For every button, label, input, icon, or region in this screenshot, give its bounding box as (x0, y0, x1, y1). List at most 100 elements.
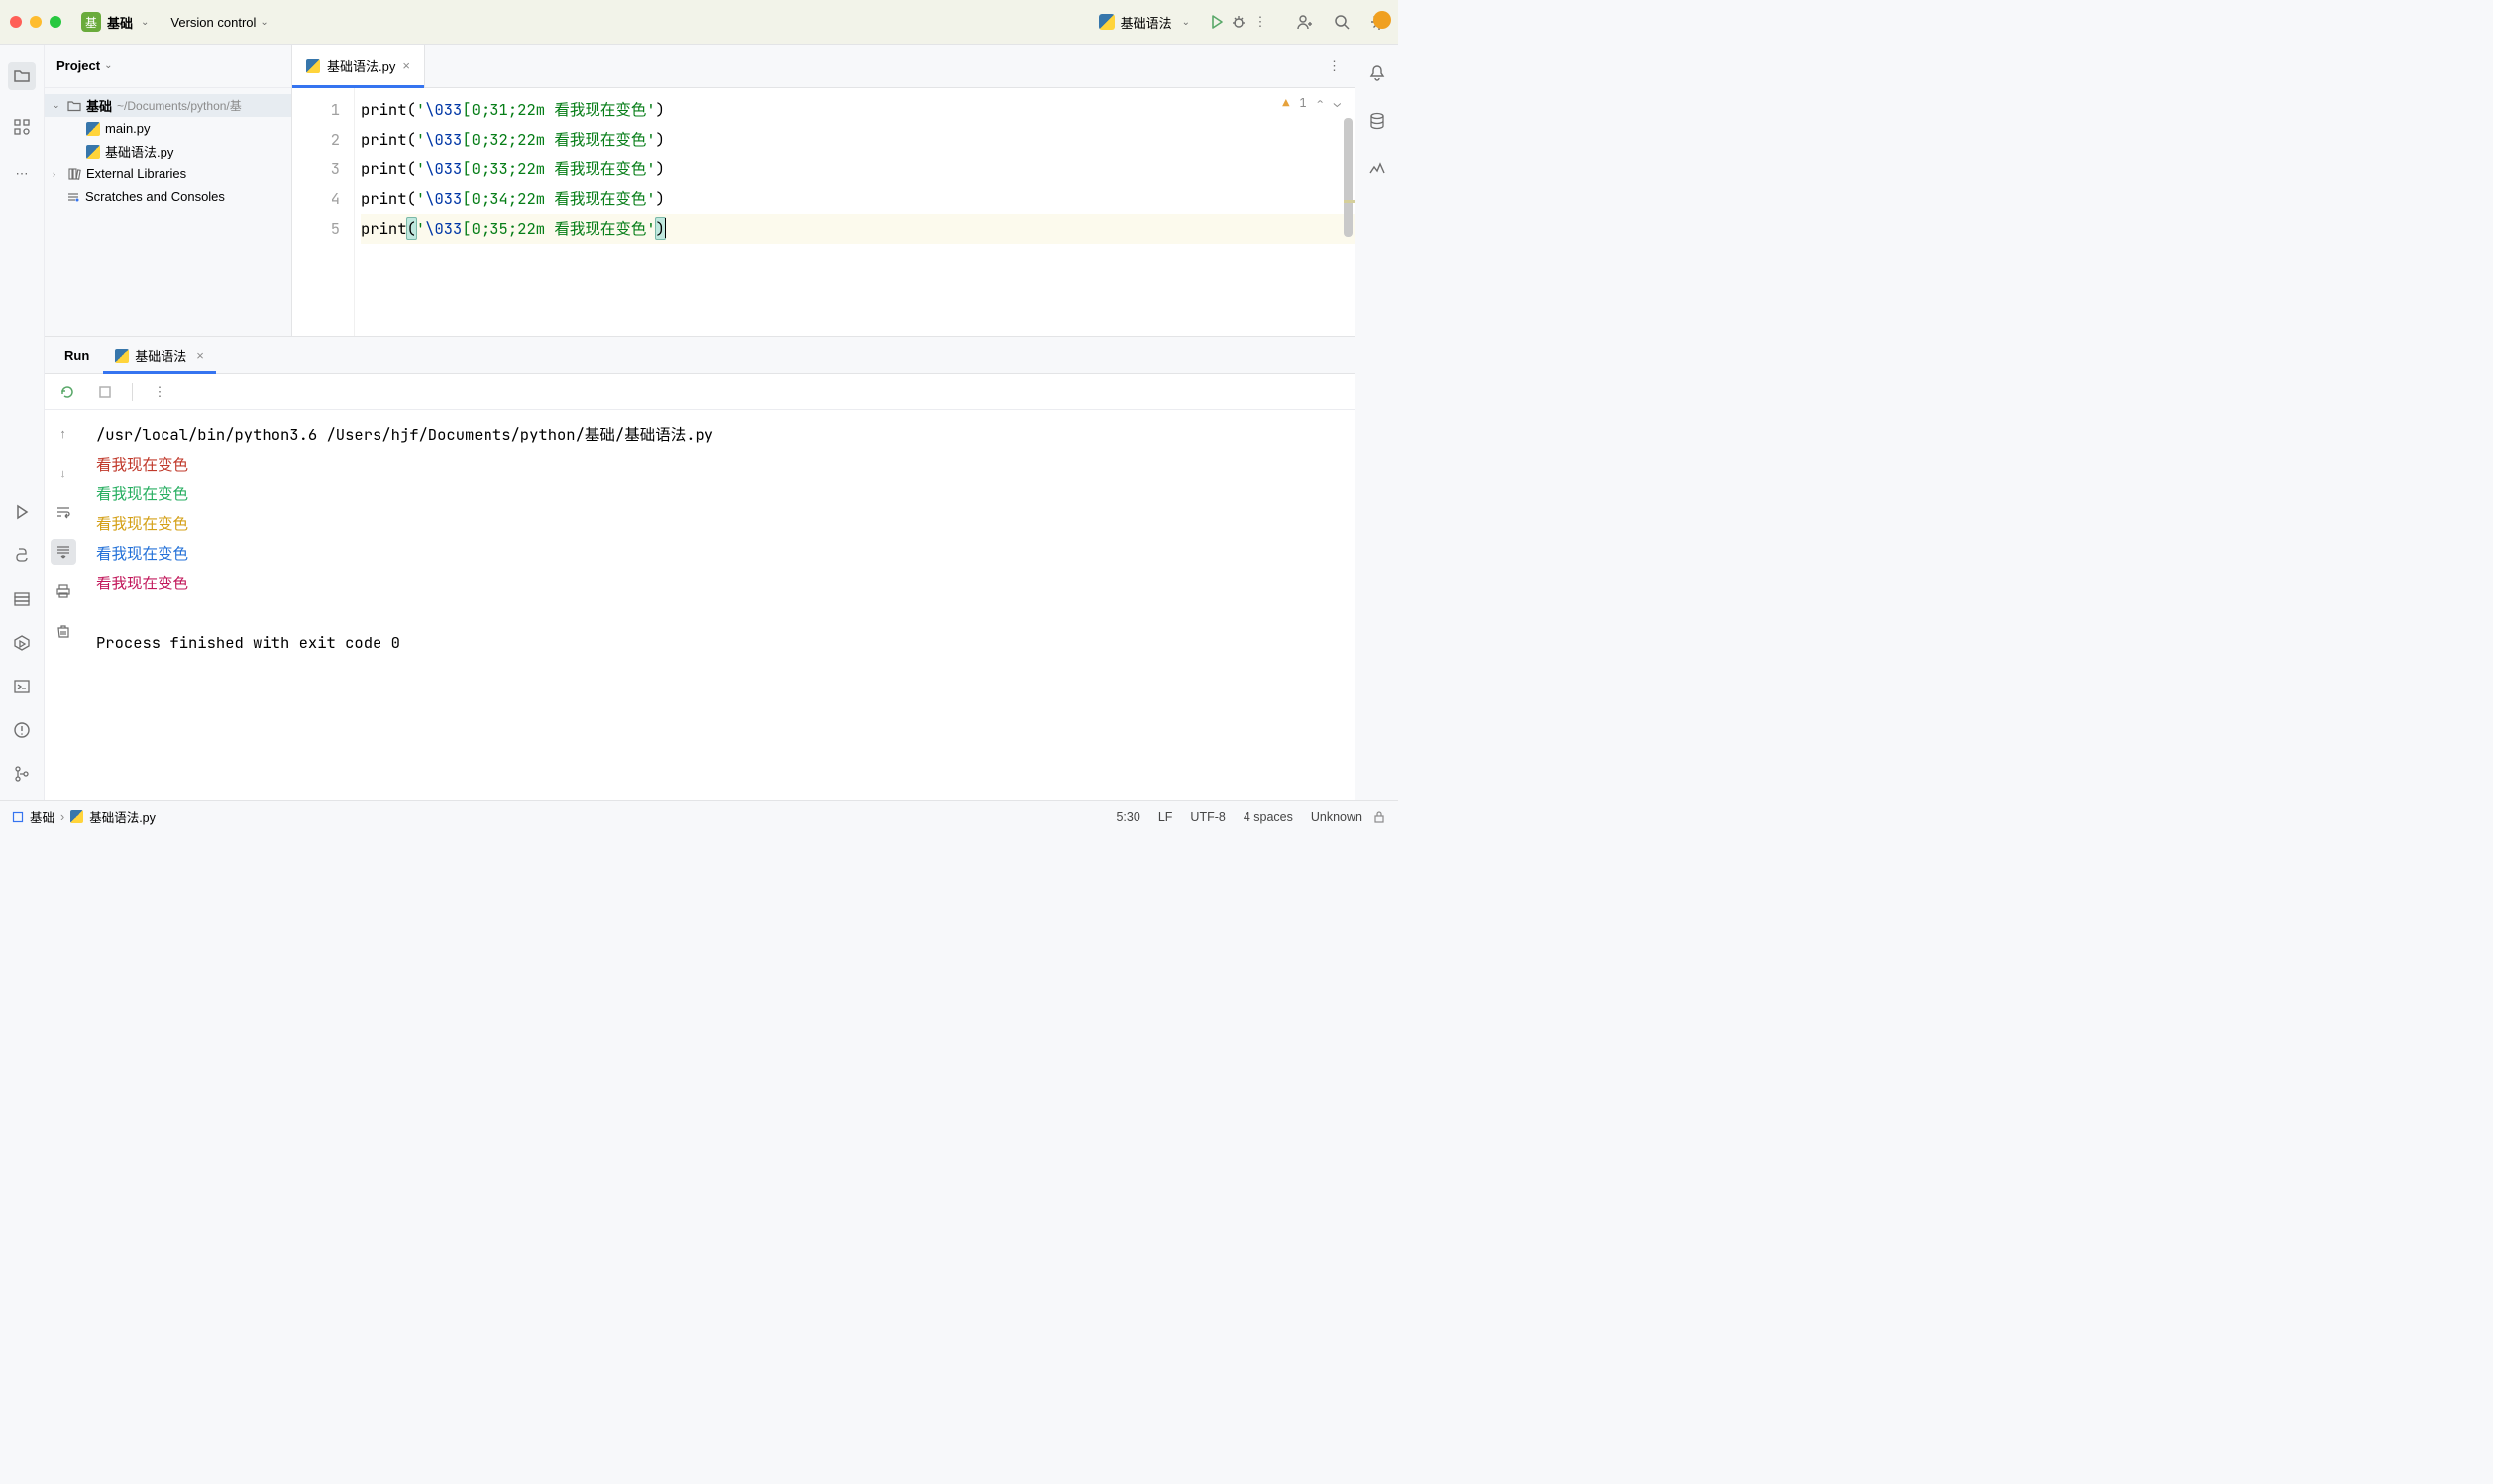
terminal-tool-button[interactable] (11, 676, 33, 697)
chevron-down-icon: ⌄ (53, 100, 62, 111)
project-badge: 基 (81, 12, 101, 32)
run-tabs: Run 基础语法 × (45, 337, 1355, 374)
tree-file-name: 基础语法.py (105, 142, 173, 160)
cursor-position[interactable]: 5:30 (1116, 810, 1139, 824)
problems-tool-button[interactable] (11, 719, 33, 741)
more-tool-windows-button[interactable]: ⋯ (11, 163, 33, 185)
status-widgets: 5:30 LF UTF-8 4 spaces Unknown (1116, 810, 1362, 824)
chevron-down-icon[interactable]: ⌄ (141, 17, 149, 28)
run-side-toolbar: ↑ ↓ (45, 410, 82, 800)
console-line: 看我现在变色 (96, 539, 1341, 569)
editor-body[interactable]: 1 2 3 4 5 print('\033[0;31;22m 看我现在变色') … (292, 88, 1355, 336)
left-tool-rail: ⋯ (0, 45, 45, 800)
notifications-button[interactable] (1366, 62, 1388, 84)
line-number: 1 (292, 95, 340, 125)
debug-button[interactable] (1228, 11, 1249, 33)
editor-tabs-more-button[interactable]: ⋮ (1314, 45, 1355, 87)
tree-file[interactable]: main.py (45, 117, 291, 140)
breadcrumb-separator: › (60, 810, 64, 824)
line-number: 2 (292, 125, 340, 155)
project-name[interactable]: 基础 (107, 13, 133, 32)
run-button[interactable] (1206, 11, 1228, 33)
console-line: 看我现在变色 (96, 569, 1341, 598)
settings-icon[interactable] (1370, 13, 1388, 31)
window-controls (10, 16, 61, 28)
stop-button[interactable] (94, 381, 116, 403)
chevron-down-icon[interactable]: ⌄ (104, 60, 112, 71)
services-tool-button[interactable] (11, 632, 33, 654)
run-tool-title[interactable]: Run (56, 337, 97, 373)
close-tab-button[interactable]: × (196, 348, 204, 363)
tree-root-name: 基础 (86, 96, 112, 115)
more-run-actions-button[interactable]: ⋮ (149, 381, 170, 403)
soft-wrap-button[interactable] (51, 499, 76, 525)
breadcrumb-root[interactable]: 基础 (30, 807, 54, 826)
project-panel-title[interactable]: Project (56, 58, 100, 73)
tree-scratches[interactable]: Scratches and Consoles (45, 185, 291, 208)
code-with-me-icon[interactable] (1295, 13, 1313, 31)
file-encoding[interactable]: UTF-8 (1190, 810, 1225, 824)
vcs-label: Version control (170, 15, 256, 30)
vcs-tool-button[interactable] (11, 763, 33, 785)
down-stack-button[interactable]: ↓ (51, 460, 76, 485)
clear-all-button[interactable] (51, 618, 76, 644)
structure-tool-button[interactable] (11, 116, 33, 138)
console-blank-line (96, 598, 1341, 628)
maximize-window-button[interactable] (50, 16, 61, 28)
editor-tab[interactable]: 基础语法.py × (292, 45, 425, 87)
console-line: 看我现在变色 (96, 450, 1341, 479)
search-everywhere-icon[interactable] (1333, 13, 1351, 31)
python-packages-tool-button[interactable] (11, 588, 33, 610)
editor-scrollbar[interactable] (1344, 118, 1353, 237)
scroll-to-end-button[interactable] (51, 539, 76, 565)
python-console-tool-button[interactable] (11, 545, 33, 567)
tree-label: Scratches and Consoles (85, 189, 225, 204)
project-tree[interactable]: ⌄ 基础 ~/Documents/python/基 main.py 基础语法.p… (45, 88, 291, 214)
next-highlight-button[interactable]: ⌄ (1334, 95, 1341, 111)
python-file-icon (86, 145, 100, 159)
close-window-button[interactable] (10, 16, 22, 28)
run-config-name: 基础语法 (1121, 13, 1172, 32)
inspection-widget[interactable]: ▲ 1 ⌃ ⌄ (1282, 95, 1341, 111)
tree-file[interactable]: 基础语法.py (45, 140, 291, 162)
python-icon (115, 349, 129, 363)
prev-highlight-button[interactable]: ⌃ (1317, 95, 1324, 111)
console-line: 看我现在变色 (96, 509, 1341, 539)
interpreter-widget[interactable]: Unknown (1311, 810, 1362, 824)
gutter: 1 2 3 4 5 (292, 88, 355, 336)
project-panel-header: Project ⌄ (45, 45, 291, 88)
editor-tab-label: 基础语法.py (327, 56, 395, 75)
indent-settings[interactable]: 4 spaces (1244, 810, 1293, 824)
python-file-icon (86, 122, 100, 136)
code-line: print('\033[0;32;22m 看我现在变色') (361, 125, 1355, 155)
console-output[interactable]: /usr/local/bin/python3.6 /Users/hjf/Docu… (82, 410, 1355, 800)
project-tool-button[interactable] (8, 62, 36, 90)
navigation-bar[interactable]: 基础 › 基础语法.py (12, 807, 156, 826)
code-line: print('\033[0;35;22m 看我现在变色') (361, 214, 1355, 244)
database-tool-button[interactable] (1366, 110, 1388, 132)
scratches-icon (66, 190, 80, 204)
vcs-widget[interactable]: Version control ⌄ (170, 15, 271, 30)
tree-external-libraries[interactable]: › External Libraries (45, 162, 291, 185)
warning-count: 1 (1299, 95, 1306, 111)
print-button[interactable] (51, 579, 76, 604)
tree-root-path: ~/Documents/python/基 (117, 97, 242, 114)
right-tool-rail (1355, 45, 1398, 800)
rerun-button[interactable] (56, 381, 78, 403)
more-actions-button[interactable]: ⋮ (1249, 11, 1271, 33)
run-config-selector[interactable]: 基础语法 ⌄ (1099, 13, 1194, 32)
run-tool-button[interactable] (11, 501, 33, 523)
code-area[interactable]: print('\033[0;31;22m 看我现在变色') print('\03… (355, 88, 1355, 336)
close-tab-button[interactable]: × (402, 58, 410, 73)
sciview-tool-button[interactable] (1366, 158, 1388, 179)
line-separator[interactable]: LF (1158, 810, 1173, 824)
chevron-down-icon: ⌄ (1182, 17, 1190, 28)
tree-root[interactable]: ⌄ 基础 ~/Documents/python/基 (45, 94, 291, 117)
minimize-window-button[interactable] (30, 16, 42, 28)
run-config-tab[interactable]: 基础语法 × (103, 337, 216, 373)
code-line: print('\033[0;31;22m 看我现在变色') (361, 95, 1355, 125)
up-stack-button[interactable]: ↑ (51, 420, 76, 446)
readonly-lock-icon[interactable] (1372, 810, 1386, 824)
breadcrumb-file[interactable]: 基础语法.py (89, 807, 156, 826)
status-bar: 基础 › 基础语法.py 5:30 LF UTF-8 4 spaces Unkn… (0, 800, 1398, 832)
